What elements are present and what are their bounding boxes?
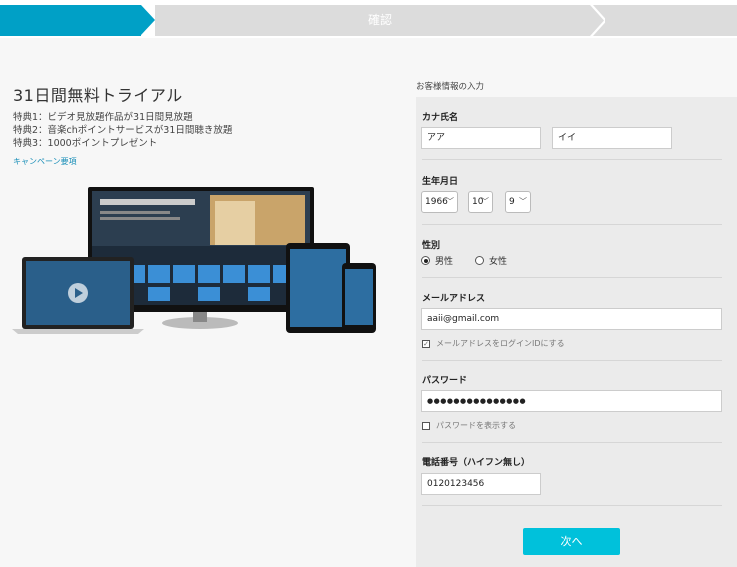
birth-day-value: 9 — [509, 197, 515, 207]
radio-unselected-icon — [475, 256, 484, 265]
birth-day-select[interactable]: 9 ﹀ — [505, 191, 531, 213]
divider — [422, 159, 722, 160]
birth-year-select[interactable]: 1966 ﹀ — [421, 191, 458, 213]
kana-name-label: カナ氏名 — [422, 113, 459, 123]
gender-male-label: 男性 — [435, 257, 454, 267]
gender-female-radio[interactable]: 女性 — [475, 254, 507, 267]
divider — [422, 277, 722, 278]
password-label: パスワード — [422, 376, 468, 386]
divider — [422, 505, 722, 506]
benefit-3: 特典3：1000ポイントプレゼント — [13, 138, 158, 149]
gender-female-label: 女性 — [489, 257, 508, 267]
password-show-checkbox-label: パスワードを表示する — [436, 421, 516, 430]
devices-illustration — [12, 187, 376, 334]
next-button[interactable]: 次へ — [523, 528, 620, 555]
progress-bar: 確認 — [0, 0, 737, 38]
checkbox-checked-icon[interactable]: ✓ — [422, 339, 430, 348]
birthdate-label: 生年月日 — [422, 177, 459, 187]
form-caption: お客様情報の入力 — [416, 82, 485, 92]
password-show-checkbox-row[interactable]: パスワードを表示する — [422, 420, 516, 431]
checkbox-unchecked-icon[interactable] — [422, 421, 430, 430]
divider — [422, 224, 722, 225]
gender-male-radio[interactable]: 男性 — [421, 254, 453, 267]
birth-year-value: 1966 — [425, 197, 448, 207]
phone-input[interactable]: 0120123456 — [421, 473, 541, 495]
kana-last-input[interactable]: アア — [421, 127, 541, 149]
radio-selected-icon — [421, 256, 430, 265]
kana-first-input[interactable]: イイ — [552, 127, 672, 149]
divider — [422, 360, 722, 361]
password-input[interactable]: ●●●●●●●●●●●●●●● — [421, 390, 722, 412]
campaign-terms-link[interactable]: キャンペーン要項 — [13, 156, 77, 167]
chevron-down-icon: ﹀ — [481, 197, 489, 206]
email-input[interactable]: aaii@gmail.com — [421, 308, 722, 330]
chevron-down-icon: ﹀ — [519, 197, 527, 206]
email-label: メールアドレス — [422, 294, 486, 304]
chevron-down-icon: ﹀ — [446, 197, 454, 206]
progress-step-complete — [605, 5, 737, 36]
progress-step-arrow — [141, 5, 155, 35]
progress-step-input — [0, 5, 141, 36]
email-login-checkbox-label: メールアドレスをログインIDにする — [436, 339, 565, 348]
phone-label: 電話番号（ハイフン無し） — [422, 458, 531, 468]
progress-step-confirm: 確認 — [155, 5, 605, 36]
email-login-checkbox-row[interactable]: ✓ メールアドレスをログインIDにする — [422, 338, 565, 349]
divider — [422, 442, 722, 443]
customer-form: カナ氏名 アア イイ 生年月日 1966 ﹀ 10 ﹀ 9 ﹀ 性別 男性 女性… — [416, 97, 737, 567]
gender-label: 性別 — [422, 241, 441, 251]
birth-month-select[interactable]: 10 ﹀ — [468, 191, 493, 213]
benefit-1: 特典1：ビデオ見放題作品が31日間見放題 — [13, 112, 193, 123]
promo-title: 31日間無料トライアル — [13, 86, 183, 105]
benefit-2: 特典2：音楽chポイントサービスが31日間聴き放題 — [13, 125, 233, 136]
